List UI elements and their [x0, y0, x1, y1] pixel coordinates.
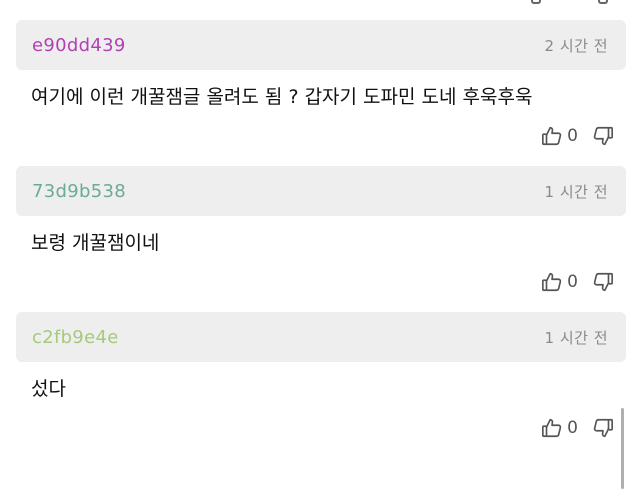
like-count: 0 — [567, 126, 578, 146]
comment-author[interactable]: c2fb9e4e — [32, 327, 119, 348]
comment-time: 1 시간 전 — [544, 182, 608, 201]
thumbs-down-icon — [592, 125, 614, 147]
thumbs-up-icon — [541, 417, 563, 439]
scrollbar[interactable] — [621, 408, 624, 489]
comment-author[interactable]: e90dd439 — [32, 35, 126, 56]
dislike-button[interactable] — [592, 271, 614, 293]
comment-header: 73d9b538 1 시간 전 — [16, 166, 626, 216]
like-button[interactable]: 0 — [541, 125, 592, 147]
comment-author[interactable]: 73d9b538 — [32, 181, 126, 202]
like-button[interactable]: 0 — [541, 417, 592, 439]
like-button[interactable]: 0 — [541, 271, 592, 293]
thumbs-down-icon — [592, 271, 614, 293]
comment-text: 섰다 — [31, 378, 66, 400]
dislike-button[interactable] — [592, 125, 614, 147]
comment-time: 1 시간 전 — [544, 328, 608, 347]
vote-row: 0 — [541, 121, 614, 151]
previous-comment-remnant — [0, 0, 640, 14]
comment-time: 2 시간 전 — [544, 36, 608, 55]
thumbs-up-icon — [541, 271, 563, 293]
comment-header: c2fb9e4e 1 시간 전 — [16, 312, 626, 362]
dislike-button[interactable] — [592, 417, 614, 439]
thumbs-down-icon — [592, 417, 614, 439]
comment-feed: e90dd439 2 시간 전 여기에 이런 개꿀잼글 올려도 됨 ? 갑자기 … — [0, 0, 640, 489]
thumbs-up-icon — [541, 125, 563, 147]
comment-text: 보령 개꿀잼이네 — [31, 232, 160, 254]
like-count: 0 — [567, 272, 578, 292]
vote-row: 0 — [541, 267, 614, 297]
vote-row: 0 — [541, 413, 614, 443]
comment-text: 여기에 이런 개꿀잼글 올려도 됨 ? 갑자기 도파민 도네 후욱후욱 — [31, 86, 533, 108]
thumbs-down-icon-remnant — [598, 0, 608, 4]
thumbs-up-icon-remnant — [531, 0, 541, 4]
comment-header: e90dd439 2 시간 전 — [16, 20, 626, 70]
like-count: 0 — [567, 418, 578, 438]
